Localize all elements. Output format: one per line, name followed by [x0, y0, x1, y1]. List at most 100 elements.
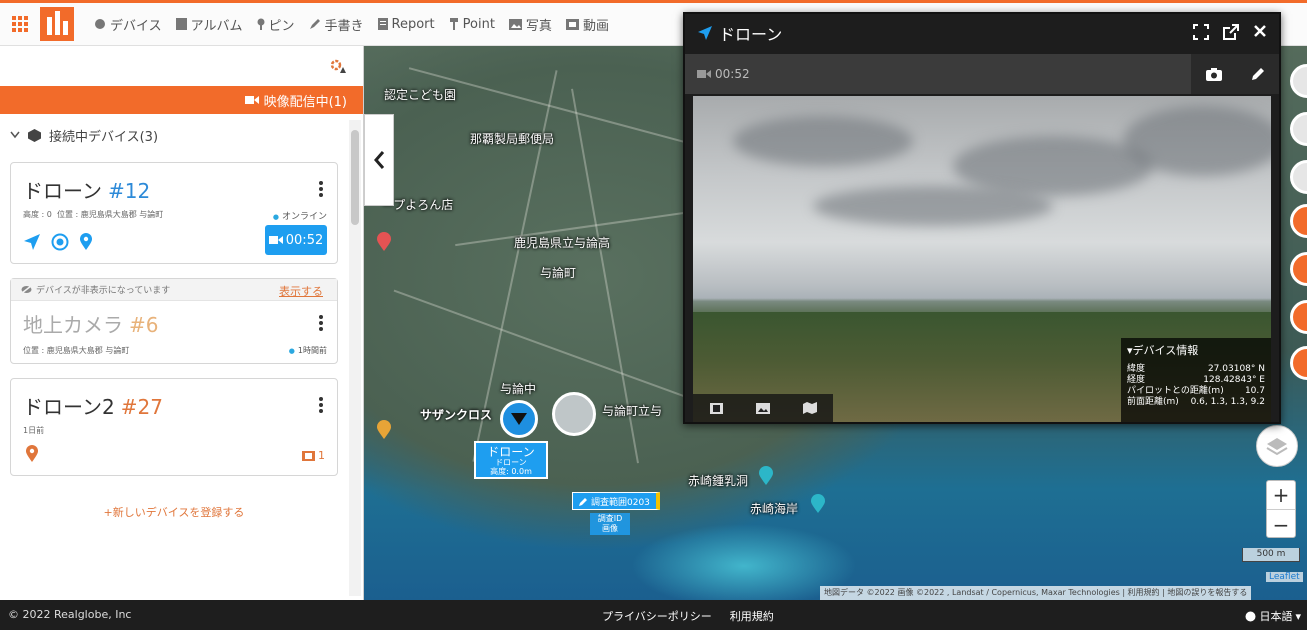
map-attribution[interactable]: 地図データ ©2022 画像 ©2022 , Landsat / Coperni…: [820, 586, 1252, 600]
device-meta: 高度 : 0 位置 : 鹿児島県大島郡 与論町: [23, 209, 163, 220]
apps-grid-icon[interactable]: [0, 3, 40, 46]
media-count[interactable]: 1: [302, 449, 325, 462]
app-logo[interactable]: [40, 7, 74, 41]
kebab-menu-icon[interactable]: [319, 181, 323, 199]
map-label: 那覇製局郵便局: [470, 132, 555, 146]
nav-report[interactable]: Report: [377, 17, 435, 32]
nav-device-label: デバイス: [110, 18, 162, 34]
point-icon: [449, 18, 458, 30]
map-label: 与論町: [540, 266, 577, 280]
globe-icon: [1245, 611, 1256, 621]
device-card-drone2-27[interactable]: ドローン2 #27 1日前 1: [10, 378, 338, 476]
device-name: 地上カメラ: [23, 313, 123, 337]
zoom-out-button[interactable]: −: [1267, 510, 1295, 539]
device-icon: [28, 128, 41, 142]
snapshot-icon[interactable]: [1205, 67, 1222, 81]
pencil-icon: [309, 19, 320, 29]
device-card-drone-12[interactable]: ドローン#12 高度 : 0 位置 : 鹿児島県大島郡 与論町 オンライン 00…: [10, 162, 338, 264]
nav-point[interactable]: Point: [449, 17, 495, 32]
leaflet-link[interactable]: Leaflet: [1266, 572, 1303, 582]
map-label: 与論中: [500, 382, 537, 396]
connected-devices-label: 接続中デバイス(3): [49, 129, 159, 145]
connected-devices-header[interactable]: 接続中デバイス(3): [0, 116, 348, 154]
eye-slash-icon: [21, 285, 32, 294]
video-window-title: ドローン: [719, 25, 783, 44]
device-location: 位置 : 鹿児島県大島郡 与論町: [56, 210, 164, 219]
map-pin-icon[interactable]: [758, 466, 774, 486]
kebab-menu-icon[interactable]: [319, 397, 323, 415]
plus-icon: +: [103, 506, 113, 519]
privacy-policy-link[interactable]: プライバシーポリシー: [602, 608, 712, 624]
film-icon[interactable]: [709, 402, 723, 414]
pencil-icon[interactable]: [1251, 67, 1265, 81]
nav-video[interactable]: 動画: [565, 15, 609, 34]
survey-sub-tag[interactable]: 調査ID 画像: [590, 513, 630, 535]
device-location: 位置 : 鹿児島県大島郡 与論町: [23, 346, 130, 355]
external-link-icon[interactable]: [1223, 24, 1239, 40]
video-window-header[interactable]: ドローン: [685, 14, 1279, 52]
info-key: 緯度: [1127, 364, 1146, 374]
info-value: 27.03108° N: [1207, 364, 1265, 374]
drone-icon: [511, 413, 527, 425]
map-pin-icon[interactable]: [25, 445, 39, 463]
nav-album[interactable]: アルバム: [175, 15, 243, 34]
navigation-icon[interactable]: [23, 233, 41, 251]
drone-video-feed[interactable]: ▾デバイス情報 緯度 27.03108° N 経度 128.42843° E パイロ…: [693, 96, 1271, 422]
map-layers-button[interactable]: [1256, 425, 1298, 467]
live-video-button[interactable]: 00:52: [265, 225, 327, 255]
show-device-link[interactable]: 表示する: [279, 283, 323, 299]
drone-map-tag[interactable]: ドローン ドローン 高度: 0.0m: [474, 441, 548, 479]
map-pin-icon[interactable]: [376, 232, 392, 252]
nav-album-label: アルバム: [190, 18, 243, 34]
chevron-down-icon: [10, 131, 20, 139]
device-info-title[interactable]: ▾デバイス情報: [1127, 342, 1265, 358]
sidebar-tools: [0, 46, 363, 86]
device-list: 接続中デバイス(3) ドローン #12 高度 : 0 位置 : 鹿児島県大島郡 与…: [0, 116, 348, 600]
device-icon: [95, 19, 105, 29]
language-selector[interactable]: 日本語 ▾: [1245, 608, 1301, 624]
map-pin-icon[interactable]: [810, 494, 826, 514]
live-video-time: 00:52: [285, 232, 324, 248]
fullscreen-icon[interactable]: [1193, 24, 1209, 40]
nav-pin-label: ピン: [268, 18, 295, 34]
add-device-link[interactable]: +新しいデバイスを登録する: [0, 504, 348, 520]
map-pin-icon[interactable]: [376, 420, 392, 440]
device-info-title-text: デバイス情報: [1132, 344, 1199, 357]
zoom-in-button[interactable]: +: [1267, 481, 1295, 510]
sidebar-scrollbar[interactable]: [349, 120, 361, 596]
map-label: 赤崎鍾乳洞: [688, 474, 749, 488]
device-info-row: 前面距離(m) 0.6, 1.3, 1.3, 9.2: [1127, 397, 1265, 408]
survey-area-tag[interactable]: 調査範囲0203: [572, 492, 660, 510]
info-value: 10.7: [1244, 386, 1265, 396]
nav-photo[interactable]: 写真: [508, 15, 552, 34]
info-key: 前面距離(m): [1127, 397, 1179, 407]
drone-tag-sub: ドローン: [495, 458, 527, 467]
map-icon[interactable]: [802, 402, 817, 414]
live-streaming-label: 映像配信中(1): [263, 94, 347, 110]
camera-map-marker[interactable]: [552, 392, 596, 436]
device-title: ドローン2 #27: [23, 391, 163, 420]
map-label: サザンクロス: [420, 408, 493, 422]
album-icon: [175, 18, 187, 30]
live-streaming-bar[interactable]: 映像配信中(1): [0, 86, 363, 114]
target-icon[interactable]: [51, 233, 69, 251]
close-icon[interactable]: [1253, 24, 1267, 38]
nav-device[interactable]: デバイス: [94, 15, 162, 34]
device-card-ground-camera-6[interactable]: デバイスが非表示になっています 表示する 地上カメラ #6 位置 : 鹿児島県大島…: [10, 278, 338, 364]
drone-map-marker[interactable]: [500, 400, 538, 438]
nav-handwriting[interactable]: 手書き: [309, 15, 364, 34]
settings-icon[interactable]: [329, 58, 347, 74]
photo-icon[interactable]: [755, 402, 770, 414]
device-info-panel: ▾デバイス情報 緯度 27.03108° N 経度 128.42843° E パイロ…: [1121, 338, 1271, 422]
collapse-sidebar-button[interactable]: [364, 114, 394, 206]
terms-link[interactable]: 利用規約: [730, 608, 774, 624]
info-value: 0.6, 1.3, 1.3, 9.2: [1190, 397, 1265, 407]
film-icon: [302, 450, 315, 461]
nav-point-label: Point: [462, 16, 495, 32]
nav-pin[interactable]: ピン: [257, 15, 295, 34]
device-number: #12: [108, 179, 151, 203]
device-title: 地上カメラ #6: [23, 309, 158, 338]
kebab-menu-icon[interactable]: [319, 315, 323, 333]
report-icon: [377, 18, 388, 30]
map-pin-icon[interactable]: [79, 233, 93, 251]
